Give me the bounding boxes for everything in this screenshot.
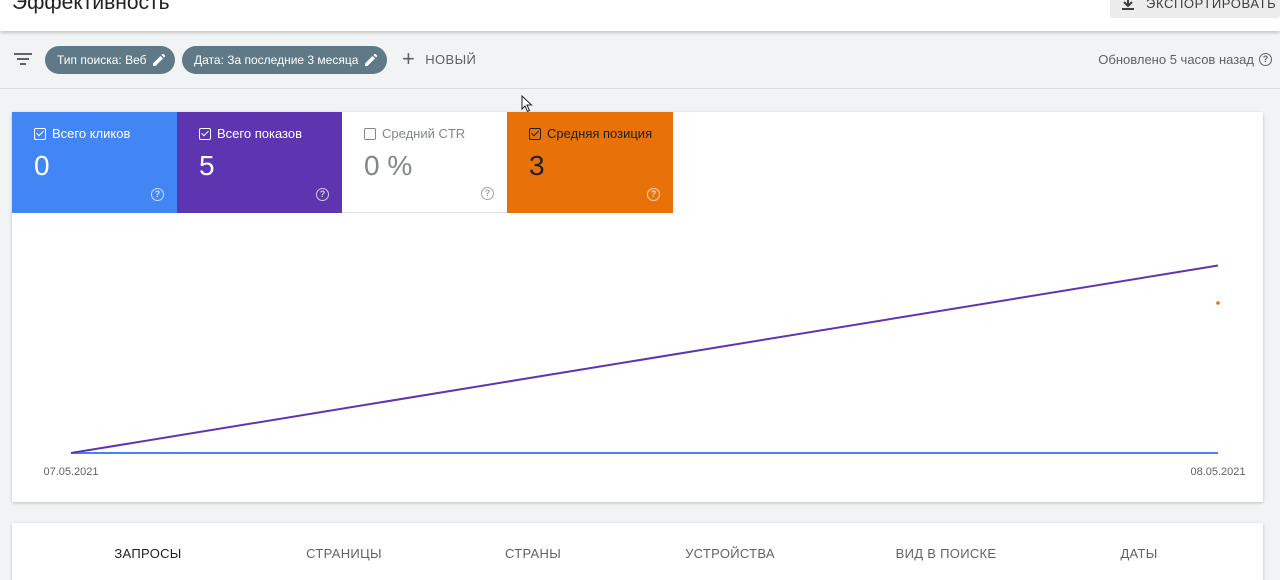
help-icon[interactable]: ? [316, 188, 329, 201]
metric-total-clicks[interactable]: Всего кликов 0 ? [12, 112, 177, 213]
tab-devices[interactable]: УСТРОЙСТВА [685, 546, 775, 561]
mouse-cursor-icon [521, 95, 533, 113]
metric-label: Всего показов [217, 126, 302, 141]
checkbox-icon[interactable] [529, 127, 541, 140]
tab-countries[interactable]: СТРАНЫ [505, 546, 561, 561]
series-point-2 [1216, 301, 1220, 305]
last-updated: Обновлено 5 часов назад ? [1098, 52, 1272, 67]
tab-search-appearance[interactable]: ВИД В ПОИСКЕ [896, 546, 997, 561]
page-title: Эффективность [12, 0, 170, 14]
metric-value: 3 [529, 150, 545, 181]
checkbox-icon[interactable] [364, 127, 376, 140]
metric-header: Всего показов [199, 126, 342, 141]
chip-label: Тип поиска: Веб [57, 53, 147, 67]
metric-header: Всего кликов [34, 126, 177, 141]
new-filter-label: НОВЫЙ [425, 51, 477, 67]
metric-value: 0 % [364, 150, 413, 181]
plus-icon: + [402, 46, 416, 71]
export-label: ЭКСПОРТИРОВАТЬ [1146, 0, 1277, 11]
performance-card: Всего кликов 0 ? Всего показов 5 ? Средн… [12, 112, 1263, 502]
last-updated-text: Обновлено 5 часов назад [1098, 52, 1254, 67]
export-button[interactable]: ЭКСПОРТИРОВАТЬ [1110, 0, 1280, 18]
metric-header: Средний CTR [364, 126, 507, 141]
metric-average-position[interactable]: Средняя позиция 3 ? [507, 112, 673, 213]
x-tick-label-end: 08.05.2021 [1190, 466, 1245, 478]
filter-icon[interactable] [14, 52, 32, 66]
edit-icon[interactable] [152, 53, 166, 67]
help-icon[interactable]: ? [151, 188, 164, 201]
series-line-1 [70, 264, 1219, 454]
metric-average-ctr[interactable]: Средний CTR 0 % ? [342, 112, 507, 213]
edit-icon[interactable] [364, 53, 378, 67]
metric-value: 5 [199, 150, 215, 181]
metric-label: Средняя позиция [547, 126, 653, 141]
filter-bar: Тип поиска: Веб Дата: За последние 3 мес… [0, 31, 1280, 89]
tab-queries[interactable]: ЗАПРОСЫ [114, 546, 181, 561]
x-tick-label-start: 07.05.2021 [43, 466, 98, 478]
new-filter-button[interactable]: + НОВЫЙ [402, 46, 477, 71]
metric-label: Всего кликов [52, 126, 131, 141]
checkbox-icon[interactable] [34, 127, 46, 140]
chip-label: Дата: За последние 3 месяца [194, 53, 359, 67]
help-icon[interactable]: ? [647, 188, 660, 201]
help-icon[interactable]: ? [481, 187, 494, 200]
metric-label: Средний CTR [382, 126, 466, 141]
tab-dates[interactable]: ДАТЫ [1120, 546, 1157, 561]
metric-value: 0 [34, 150, 50, 181]
metric-header: Средняя позиция [529, 126, 673, 141]
tab-pages[interactable]: СТРАНИЦЫ [306, 546, 382, 561]
download-icon [1122, 0, 1134, 10]
top-app-bar: Эффективность ЭКСПОРТИРОВАТЬ [0, 0, 1280, 31]
performance-chart[interactable]: 07.05.2021 08.05.2021 [12, 213, 1263, 502]
filter-chip-search-type[interactable]: Тип поиска: Веб [45, 46, 175, 74]
metric-total-impressions[interactable]: Всего показов 5 ? [177, 112, 342, 213]
checkbox-icon[interactable] [199, 127, 211, 140]
filter-chip-date[interactable]: Дата: За последние 3 месяца [182, 46, 387, 74]
help-icon[interactable]: ? [1259, 53, 1272, 66]
dimension-tabs: ЗАПРОСЫ СТРАНИЦЫ СТРАНЫ УСТРОЙСТВА ВИД В… [12, 523, 1263, 580]
